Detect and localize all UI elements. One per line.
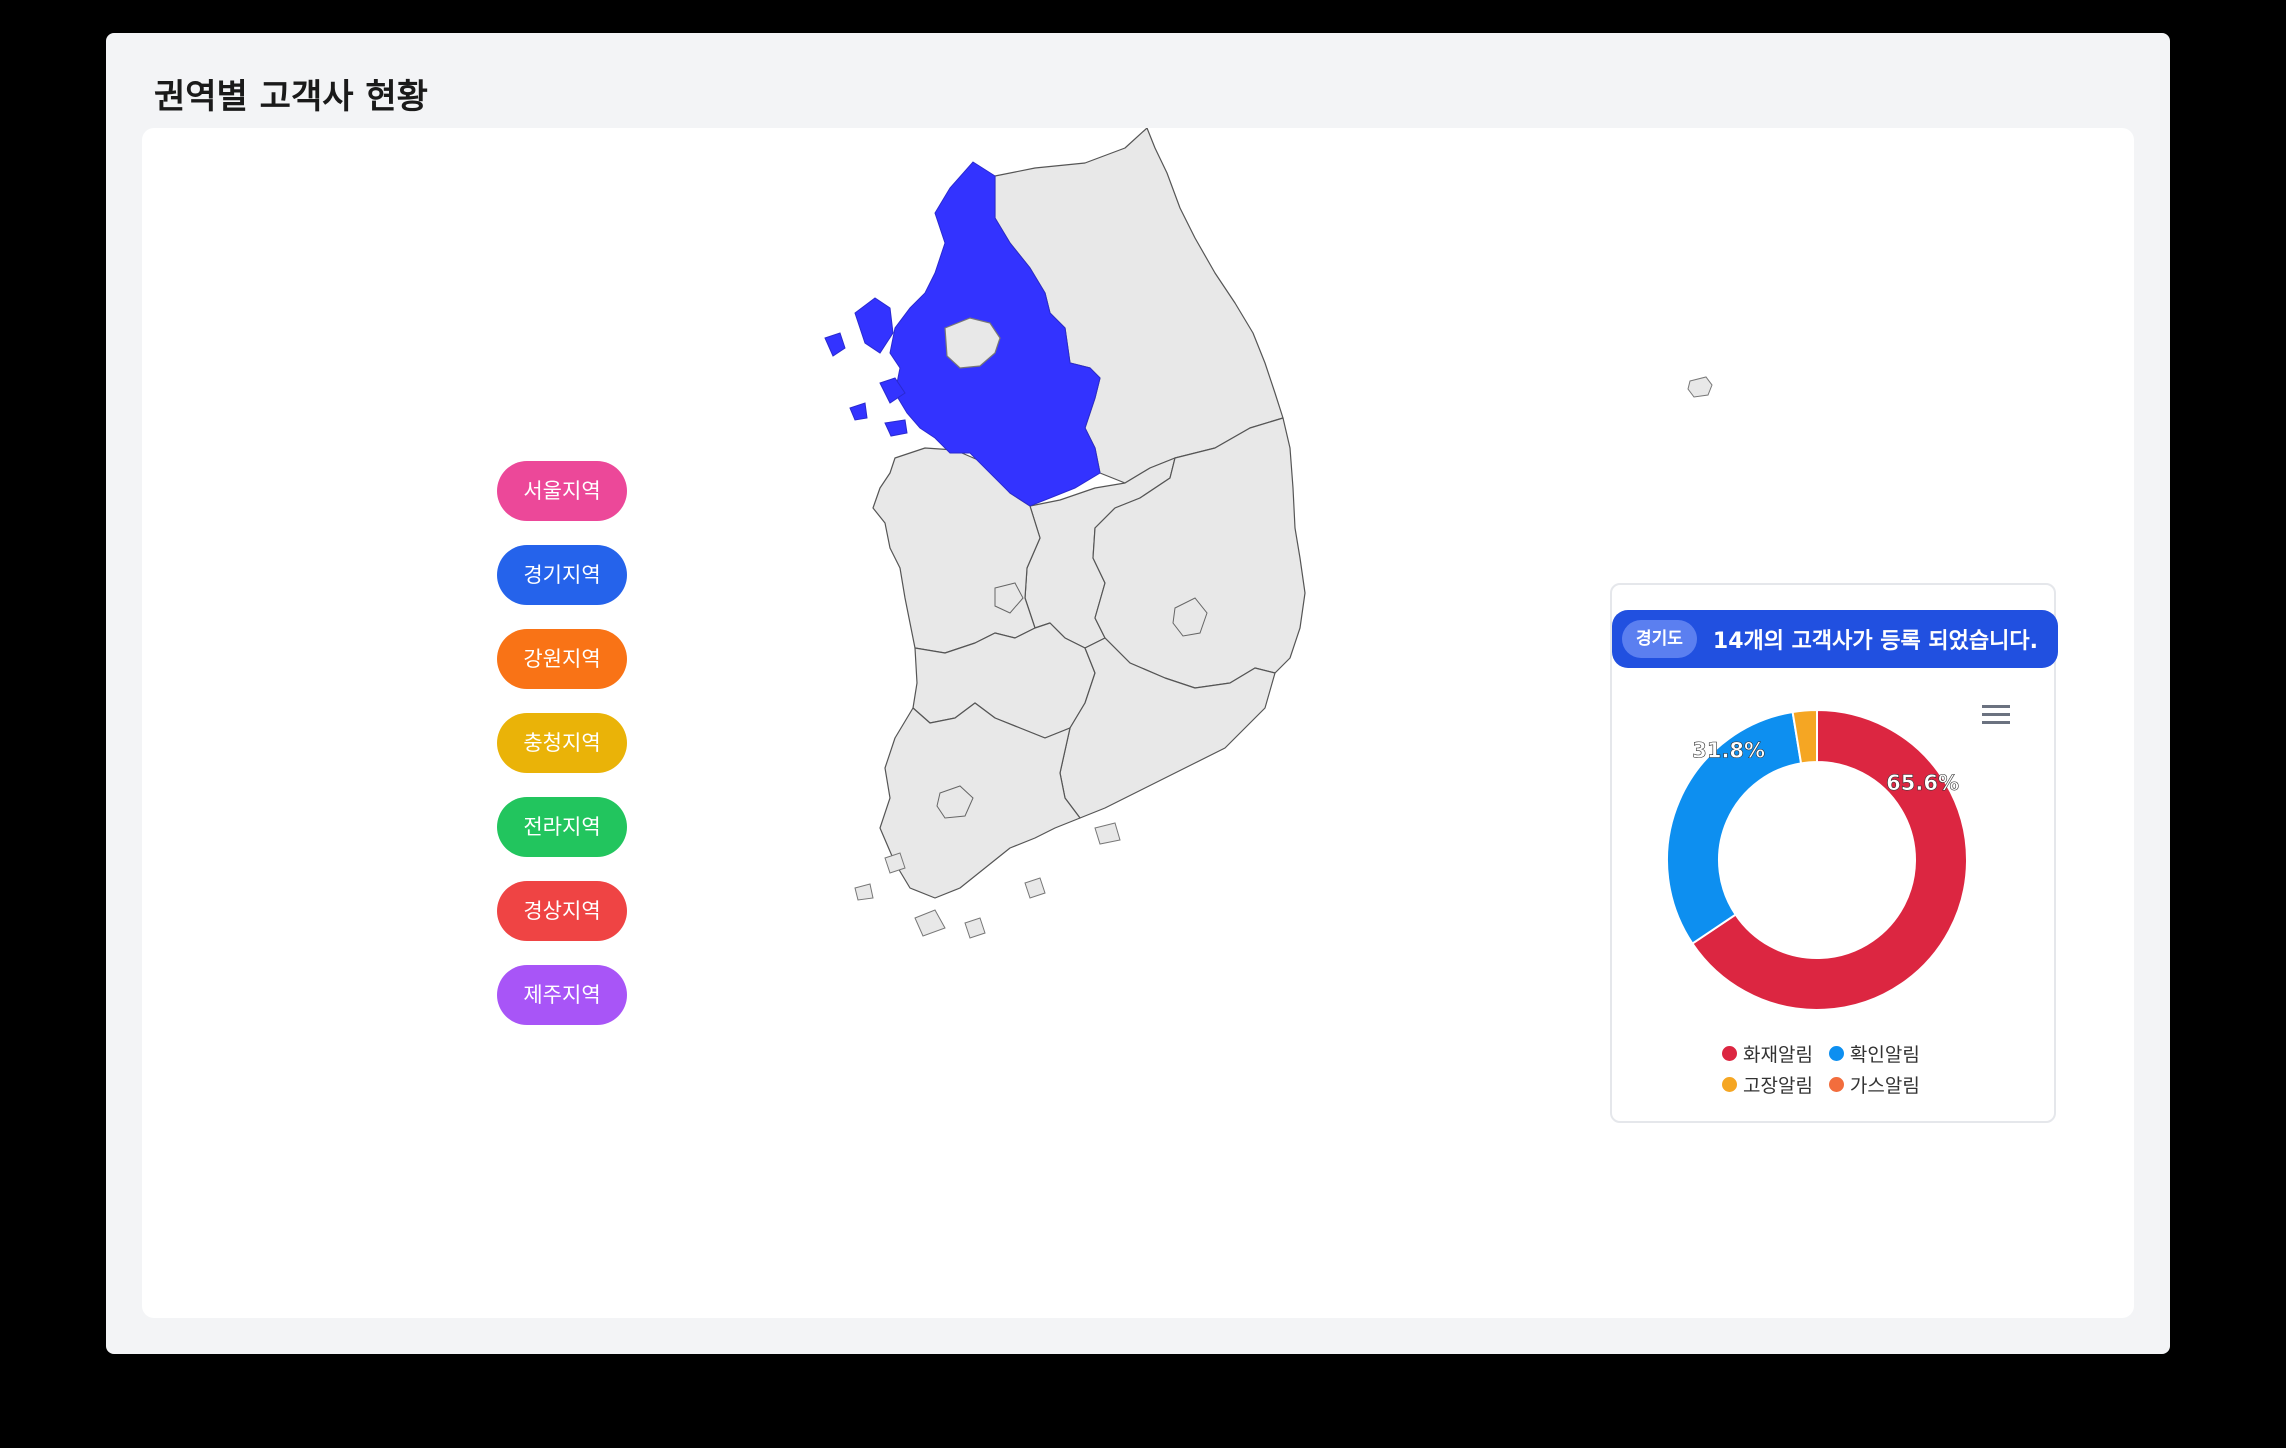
map-region-gyeonggi-islands [824, 297, 908, 437]
region-button-list: 서울지역 경기지역 강원지역 충청지역 전라지역 경상지역 제주지역 [497, 461, 627, 1049]
app-window: 권역별 고객사 현황 서울지역 경기지역 강원지역 충청지역 전라지역 경상지역… [106, 33, 2170, 1354]
legend-dot [1828, 1046, 1844, 1061]
page-title: 권역별 고객사 현황 [154, 77, 428, 117]
region-button-gyeongsang[interactable]: 경상지역 [497, 881, 627, 941]
region-tag: 경기도 [1622, 620, 1697, 658]
korea-map [795, 128, 1635, 1168]
legend-label: 고장알림 [1743, 1075, 1813, 1097]
region-button-seoul[interactable]: 서울지역 [497, 461, 627, 521]
legend-item[interactable]: 가스알림 [1828, 1071, 1920, 1098]
region-button-jeolla[interactable]: 전라지역 [497, 797, 627, 857]
ulleungdo-island [1687, 376, 1713, 398]
region-button-chungcheong[interactable]: 충청지역 [497, 713, 627, 773]
legend-dot [1828, 1077, 1844, 1092]
legend-label: 확인알림 [1849, 1044, 1920, 1066]
legend-item[interactable]: 고장알림 [1722, 1071, 1813, 1098]
legend-dot [1722, 1046, 1737, 1061]
donut-data-label: 65.6% [1886, 771, 1959, 795]
region-button-gangwon[interactable]: 강원지역 [497, 629, 627, 689]
legend-item[interactable]: 화재알림 [1722, 1040, 1813, 1067]
info-banner: 경기도 14개의 고객사가 등록 되었습니다. [1612, 610, 2058, 668]
legend-item[interactable]: 확인알림 [1828, 1040, 1920, 1067]
legend-dot [1722, 1077, 1737, 1092]
donut-data-label: 31.8% [1692, 738, 1765, 762]
chart-menu-icon[interactable] [1982, 705, 2010, 727]
donut-chart: 65.6% 31.8% [1662, 705, 1972, 1015]
map-panel: 서울지역 경기지역 강원지역 충청지역 전라지역 경상지역 제주지역 경기도 1… [142, 128, 2134, 1318]
info-message: 14개의 고객사가 등록 되었습니다. [1712, 629, 2038, 654]
region-info-card: 경기도 14개의 고객사가 등록 되었습니다. 65.6% 31.8% 화재알림 … [1610, 583, 2058, 1123]
legend-label: 화재알림 [1743, 1044, 1813, 1066]
legend-label: 가스알림 [1849, 1075, 1920, 1097]
region-button-gyeonggi[interactable]: 경기지역 [497, 545, 627, 605]
chart-legend: 화재알림 확인알림 고장알림 가스알림 [1722, 1040, 1962, 1102]
region-button-jeju[interactable]: 제주지역 [497, 965, 627, 1025]
